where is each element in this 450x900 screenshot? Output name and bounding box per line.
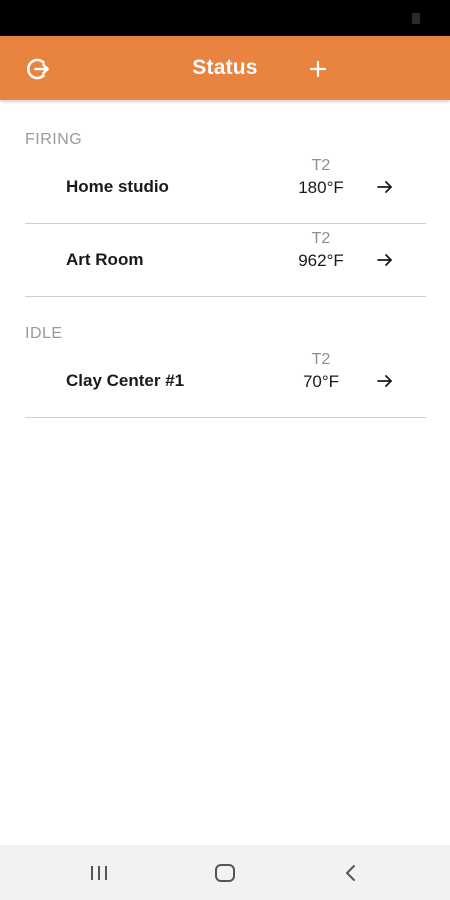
- kiln-row-clay-center[interactable]: Clay Center #1 T2 70°F: [25, 345, 426, 418]
- arrow-right-icon: [377, 254, 392, 266]
- page-title: Status: [192, 56, 258, 79]
- kiln-name: Clay Center #1: [66, 371, 185, 390]
- back-button[interactable]: [337, 859, 365, 887]
- kiln-name: Art Room: [66, 250, 144, 269]
- temperature-value: 70°F: [302, 372, 340, 391]
- logout-button[interactable]: [26, 56, 52, 82]
- logout-icon: [27, 58, 49, 80]
- navigation-bar: [0, 845, 450, 900]
- app-bar: Status: [0, 36, 450, 100]
- plus-icon: [309, 60, 327, 78]
- recent-apps-button[interactable]: [85, 859, 113, 887]
- battery-icon: [412, 13, 420, 24]
- recent-apps-icon: [91, 866, 107, 880]
- thermocouple-label: T2: [311, 230, 331, 247]
- temperature-value: 180°F: [298, 178, 344, 197]
- section-label-firing: FIRING: [25, 131, 83, 148]
- home-button[interactable]: [211, 859, 239, 887]
- thermocouple-label: T2: [311, 351, 331, 368]
- kiln-row-home-studio[interactable]: Home studio T2 180°F: [25, 151, 426, 224]
- kiln-row-art-room[interactable]: Art Room T2 962°F: [25, 224, 426, 297]
- arrow-right-icon: [377, 375, 392, 387]
- status-bar: [0, 0, 450, 36]
- kiln-name: Home studio: [66, 177, 169, 196]
- home-icon: [215, 864, 235, 882]
- thermocouple-label: T2: [311, 157, 331, 174]
- add-button[interactable]: [305, 56, 331, 82]
- section-label-idle: IDLE: [25, 325, 63, 342]
- temperature-value: 962°F: [298, 251, 344, 270]
- back-icon: [346, 865, 355, 881]
- arrow-right-icon: [377, 181, 392, 193]
- screen: Status FIRING Home studio T2 180°F Art R…: [0, 0, 450, 900]
